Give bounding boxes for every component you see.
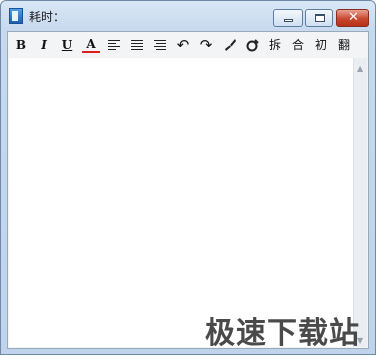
- underline-button[interactable]: U: [58, 37, 76, 53]
- maximize-icon: [315, 14, 325, 22]
- align-right-button[interactable]: [151, 37, 169, 53]
- close-button[interactable]: ✕: [336, 9, 369, 27]
- brush-icon: [225, 39, 236, 51]
- minimize-icon: [284, 19, 293, 22]
- split-button[interactable]: 拆: [266, 37, 284, 53]
- initial-button[interactable]: 初: [312, 37, 330, 53]
- eraser-icon: [246, 39, 259, 52]
- watermark: 极速下载站: [205, 316, 360, 351]
- text-editor[interactable]: [9, 58, 353, 347]
- translate-button[interactable]: 翻: [335, 37, 353, 53]
- format-toolbar: B I U A ↶ ↷ 拆 合 初 翻: [8, 32, 368, 58]
- minimize-button[interactable]: [273, 9, 303, 27]
- bold-button[interactable]: B: [12, 37, 30, 53]
- merge-button[interactable]: 合: [289, 37, 307, 53]
- align-right-icon: [154, 40, 166, 50]
- main-window: 耗时： ✕ B I U A ↶ ↷ 拆 合 初 翻 ▲ ▼: [0, 0, 376, 355]
- font-color-button[interactable]: A: [82, 37, 100, 53]
- scroll-up-icon[interactable]: ▲: [357, 64, 363, 73]
- window-title: 耗时：: [29, 10, 66, 24]
- align-center-icon: [131, 40, 143, 50]
- vertical-scrollbar[interactable]: ▲ ▼: [353, 58, 367, 347]
- redo-button[interactable]: ↷: [197, 37, 215, 53]
- clear-format-button[interactable]: [244, 37, 262, 53]
- align-center-button[interactable]: [128, 37, 146, 53]
- title-bar[interactable]: 耗时： ✕: [1, 1, 375, 31]
- format-brush-button[interactable]: [221, 37, 239, 53]
- italic-button[interactable]: I: [35, 37, 53, 53]
- align-left-button[interactable]: [105, 37, 123, 53]
- editor-panel: B I U A ↶ ↷ 拆 合 初 翻 ▲ ▼: [7, 31, 369, 349]
- maximize-button[interactable]: [305, 9, 333, 27]
- app-icon: [9, 8, 23, 24]
- close-icon: ✕: [348, 10, 359, 25]
- undo-button[interactable]: ↶: [174, 37, 192, 53]
- align-left-icon: [108, 40, 120, 50]
